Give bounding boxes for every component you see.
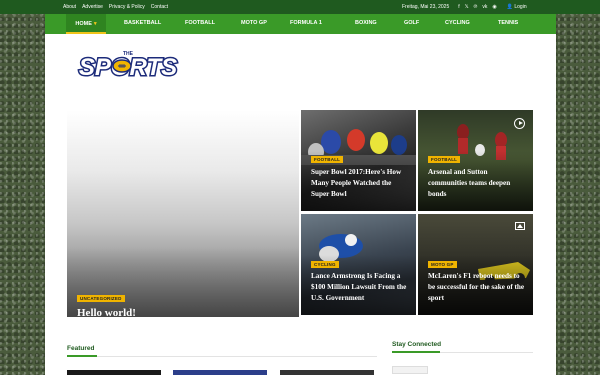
main-content: UNCATEGORIZED Hello world! FOOTBALL Supe… <box>45 94 556 375</box>
login-label: Login <box>514 4 527 10</box>
nav-home-label: HOME <box>75 21 92 27</box>
featured-thumb[interactable] <box>280 370 374 375</box>
hero-post[interactable]: UNCATEGORIZED Hello world! <box>67 110 299 319</box>
main-nav: HOME ▾ BASKETBALL FOOTBALL MOTO GP FORMU… <box>45 14 556 34</box>
top-link-advertise[interactable]: Advertise <box>82 4 103 10</box>
card-title[interactable]: Arsenal and Sutton communities teams dee… <box>428 167 528 200</box>
section-title-featured: Featured <box>67 345 95 352</box>
top-right: Freitag, Mai 23, 2025 f 𝕏 ℗ vk ◉ 👤 Login <box>402 4 527 10</box>
nav-item-formula-1[interactable]: FORMULA 1 <box>290 20 322 26</box>
site-header: THE SPORTS SPORTS <box>45 34 556 94</box>
section-title-stay-connected: Stay Connected <box>392 341 442 348</box>
post-card-lance-armstrong[interactable]: CYCLING Lance Armstrong Is Facing a $100… <box>301 214 416 315</box>
featured-thumb[interactable] <box>67 370 161 375</box>
nav-item-tennis[interactable]: TENNIS <box>498 20 518 26</box>
facebook-icon[interactable]: f <box>458 4 459 10</box>
current-date: Freitag, Mai 23, 2025 <box>402 4 450 10</box>
nav-item-home[interactable]: HOME ▾ <box>66 14 106 34</box>
post-card-arsenal[interactable]: FOOTBALL Arsenal and Sutton communities … <box>418 110 533 211</box>
nav-item-cycling[interactable]: CYCLING <box>445 20 470 26</box>
nav-item-boxing[interactable]: BOXING <box>355 20 377 26</box>
top-link-privacy[interactable]: Privacy & Policy <box>109 4 145 10</box>
nav-item-basketball[interactable]: BASKETBALL <box>124 20 161 26</box>
image-icon[interactable] <box>515 222 525 230</box>
section-accent <box>67 355 97 357</box>
card-title[interactable]: McLaren's F1 reboot needs to be successf… <box>428 271 528 304</box>
vk-icon[interactable]: vk <box>482 4 487 10</box>
section-accent <box>392 351 440 353</box>
card-title[interactable]: Super Bowl 2017:Here's How Many People W… <box>311 167 411 200</box>
nav-item-moto-gp[interactable]: MOTO GP <box>241 20 267 26</box>
user-icon: 👤 <box>506 4 513 10</box>
card-category-badge[interactable]: CYCLING <box>311 261 339 268</box>
top-link-contact[interactable]: Contact <box>151 4 168 10</box>
top-bar: About Advertise Privacy & Policy Contact… <box>0 0 600 14</box>
hero-category-badge[interactable]: UNCATEGORIZED <box>77 295 125 302</box>
social-links: f 𝕏 ℗ vk ◉ <box>458 4 496 10</box>
nav-item-football[interactable]: FOOTBALL <box>185 20 215 26</box>
hero-title[interactable]: Hello world! <box>77 307 136 319</box>
site-logo[interactable]: THE SPORTS SPORTS <box>65 47 191 83</box>
chevron-down-icon: ▾ <box>93 21 97 27</box>
top-links: About Advertise Privacy & Policy Contact <box>63 4 168 10</box>
social-counter-box[interactable] <box>392 366 428 374</box>
play-icon[interactable] <box>514 118 525 129</box>
post-card-mclaren[interactable]: MOTO GP McLaren's F1 reboot needs to be … <box>418 214 533 315</box>
x-icon[interactable]: 𝕏 <box>465 4 469 10</box>
top-link-about[interactable]: About <box>63 4 76 10</box>
post-card-super-bowl[interactable]: FOOTBALL Super Bowl 2017:Here's How Many… <box>301 110 416 211</box>
card-title[interactable]: Lance Armstrong Is Facing a $100 Million… <box>311 271 411 304</box>
card-category-badge[interactable]: MOTO GP <box>428 261 457 268</box>
featured-thumb[interactable] <box>173 370 267 375</box>
rss-icon[interactable]: ◉ <box>492 4 496 10</box>
login-link[interactable]: 👤 Login <box>507 4 527 10</box>
card-category-badge[interactable]: FOOTBALL <box>428 156 461 163</box>
nav-item-golf[interactable]: GOLF <box>404 20 419 26</box>
card-category-badge[interactable]: FOOTBALL <box>311 156 344 163</box>
section-divider <box>67 356 377 357</box>
pinterest-icon[interactable]: ℗ <box>474 4 478 10</box>
